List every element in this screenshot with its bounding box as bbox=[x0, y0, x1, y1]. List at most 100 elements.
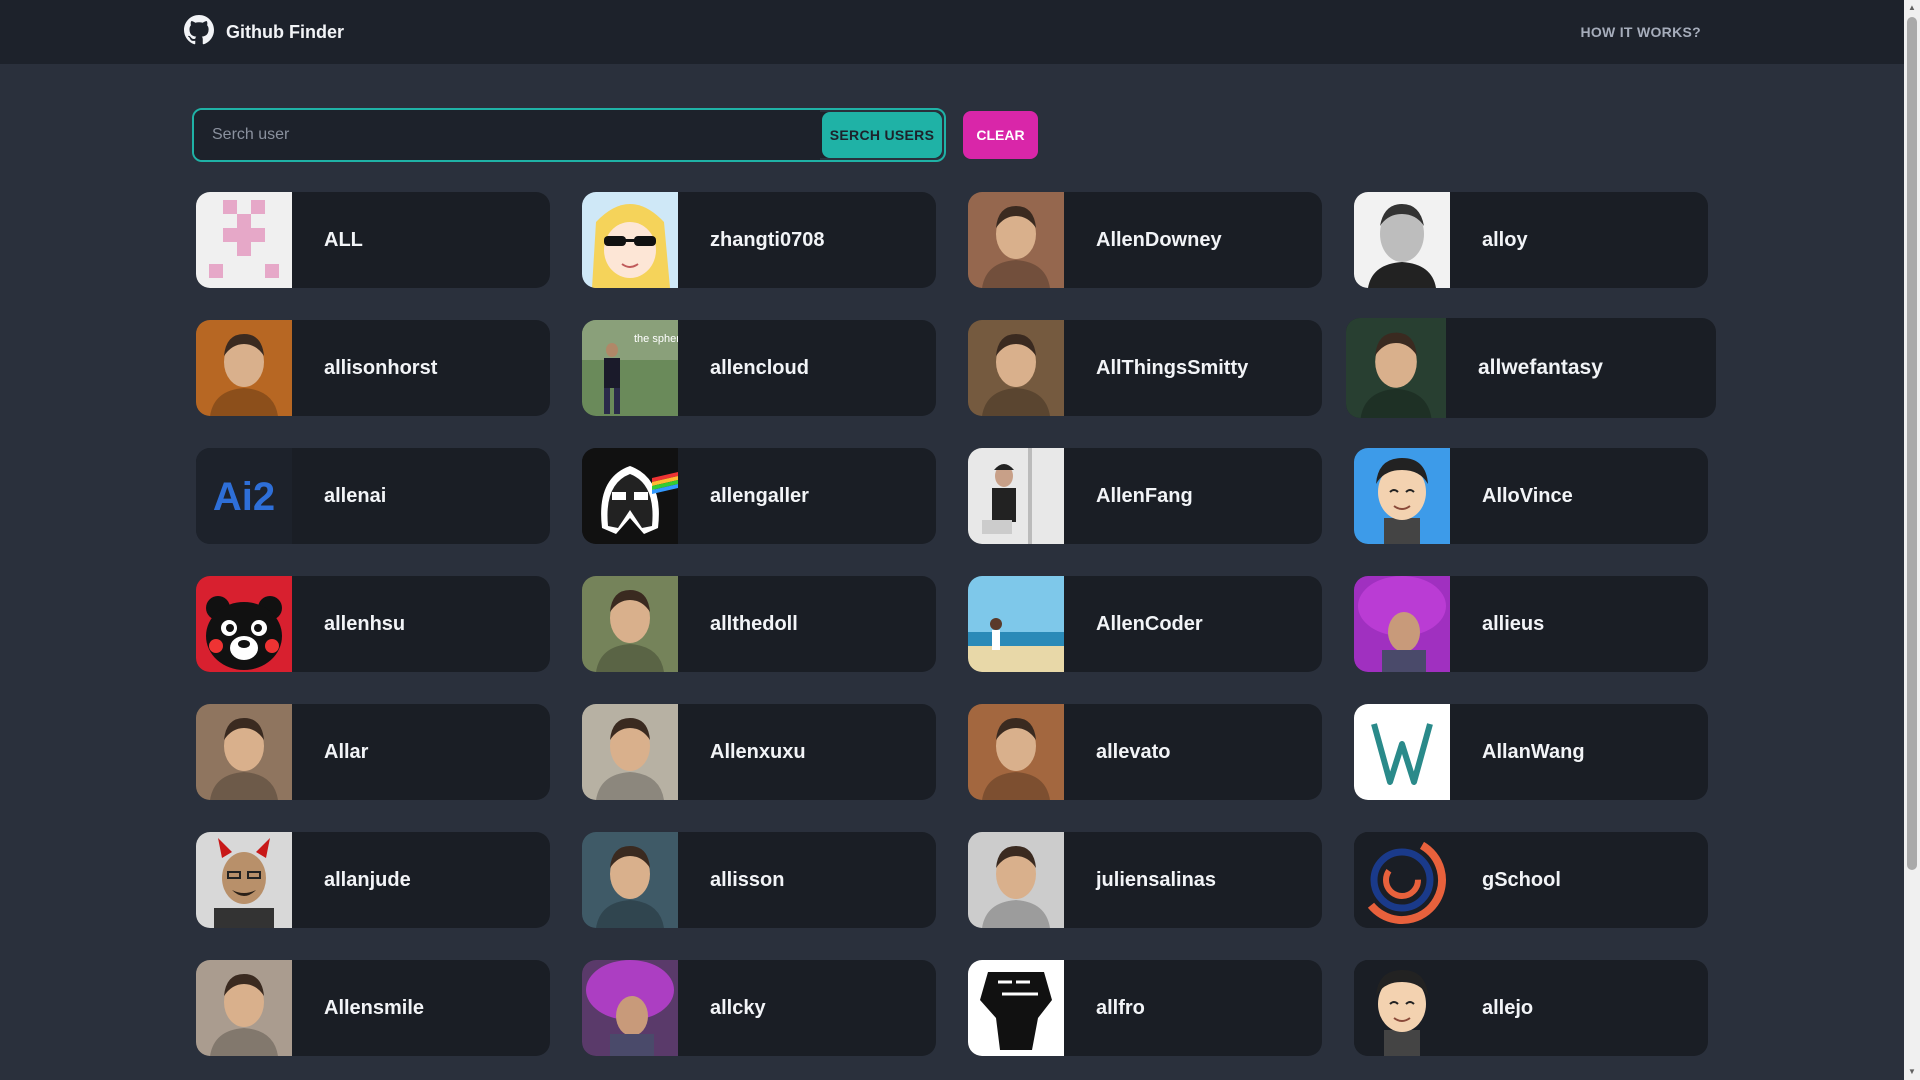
user-login: allengaller bbox=[710, 484, 809, 507]
user-avatar bbox=[196, 704, 292, 800]
user-avatar bbox=[968, 960, 1064, 1056]
user-card[interactable]: allthedoll bbox=[582, 576, 936, 672]
user-card[interactable]: allfro bbox=[968, 960, 1322, 1056]
user-avatar bbox=[1354, 832, 1450, 928]
scroll-up-arrow-icon[interactable]: ▲ bbox=[1904, 0, 1920, 16]
user-login: allenai bbox=[324, 484, 387, 507]
search-users-button[interactable]: SERCH USERS bbox=[822, 112, 942, 158]
user-card[interactable]: allieus bbox=[1354, 576, 1708, 672]
scrollbar-thumb[interactable] bbox=[1907, 17, 1917, 870]
user-card[interactable]: allcky bbox=[582, 960, 936, 1056]
user-avatar bbox=[1354, 960, 1450, 1056]
user-card[interactable]: allwefantasy bbox=[1346, 318, 1716, 418]
user-card[interactable]: Allensmile bbox=[196, 960, 550, 1056]
search-form: SERCH USERS CLEAR bbox=[192, 108, 1038, 162]
user-avatar bbox=[582, 832, 678, 928]
user-avatar bbox=[1354, 448, 1450, 544]
user-login: allieus bbox=[1482, 612, 1545, 635]
user-avatar: the sphere bbox=[582, 320, 678, 416]
user-login: allanjude bbox=[324, 868, 411, 891]
user-avatar bbox=[582, 192, 678, 288]
user-avatar bbox=[196, 576, 292, 672]
user-card[interactable]: allisonhorst bbox=[196, 320, 550, 416]
user-card[interactable]: gSchool bbox=[1354, 832, 1708, 928]
user-login: allthedoll bbox=[710, 612, 798, 635]
user-card[interactable]: AllenCoder bbox=[968, 576, 1322, 672]
user-login: allenhsu bbox=[324, 612, 406, 635]
user-login: allwefantasy bbox=[1478, 356, 1603, 379]
user-card[interactable]: Ai2 allenai bbox=[196, 448, 550, 544]
user-avatar bbox=[1354, 576, 1450, 672]
user-card[interactable]: zhangti0708 bbox=[582, 192, 936, 288]
user-login: juliensalinas bbox=[1096, 868, 1217, 891]
user-login: allfro bbox=[1096, 996, 1145, 1019]
user-card[interactable]: allanjude bbox=[196, 832, 550, 928]
scroll-down-arrow-icon[interactable]: ▼ bbox=[1904, 1064, 1920, 1080]
user-avatar: Ai2 bbox=[196, 448, 292, 544]
user-avatar bbox=[968, 448, 1064, 544]
user-avatar bbox=[582, 960, 678, 1056]
github-icon bbox=[184, 14, 214, 50]
user-login: allisson bbox=[710, 868, 785, 891]
user-avatar bbox=[582, 448, 678, 544]
user-card[interactable]: juliensalinas bbox=[968, 832, 1322, 928]
user-card[interactable]: AlloVince bbox=[1354, 448, 1708, 544]
user-card[interactable]: allenhsu bbox=[196, 576, 550, 672]
how-it-works-link[interactable]: HOW IT WORKS? bbox=[1580, 24, 1701, 40]
user-login: ALL bbox=[324, 228, 363, 251]
user-login: allencloud bbox=[710, 356, 809, 379]
brand-title: Github Finder bbox=[226, 21, 344, 42]
user-card[interactable]: ALL bbox=[196, 192, 550, 288]
user-avatar bbox=[196, 192, 292, 288]
user-login: zhangti0708 bbox=[710, 228, 825, 251]
user-login: Allensmile bbox=[324, 996, 425, 1019]
user-card[interactable]: AllThingsSmitty bbox=[968, 320, 1322, 416]
user-avatar bbox=[196, 320, 292, 416]
user-avatar bbox=[968, 832, 1064, 928]
user-avatar bbox=[1354, 192, 1450, 288]
user-card[interactable]: the sphere allencloud bbox=[582, 320, 936, 416]
user-card[interactable]: allejo bbox=[1354, 960, 1708, 1056]
user-avatar bbox=[582, 576, 678, 672]
brand[interactable]: Github Finder bbox=[184, 14, 344, 50]
svg-text:the sphere: the sphere bbox=[634, 333, 678, 345]
user-login: allejo bbox=[1482, 996, 1534, 1019]
clear-button[interactable]: CLEAR bbox=[963, 111, 1038, 159]
user-card[interactable]: AllenDowney bbox=[968, 192, 1322, 288]
user-card[interactable]: allisson bbox=[582, 832, 936, 928]
user-login: gSchool bbox=[1482, 868, 1561, 891]
user-login: allevato bbox=[1096, 740, 1171, 763]
user-login: AllanWang bbox=[1482, 740, 1585, 763]
search-input[interactable] bbox=[194, 110, 820, 160]
search-group: SERCH USER S bbox=[192, 108, 946, 162]
navbar: Github Finder HOW IT WORKS? bbox=[0, 0, 1904, 64]
user-login: AlloVince bbox=[1482, 484, 1573, 507]
user-card[interactable]: AllanWang bbox=[1354, 704, 1708, 800]
user-login: AllenDowney bbox=[1096, 228, 1222, 251]
user-card[interactable]: alloy bbox=[1354, 192, 1708, 288]
user-login: allisonhorst bbox=[324, 356, 438, 379]
user-login: allcky bbox=[710, 996, 766, 1019]
user-login: Allar bbox=[324, 740, 369, 763]
user-login: AllenFang bbox=[1096, 484, 1193, 507]
user-card[interactable]: allevato bbox=[968, 704, 1322, 800]
user-login: alloy bbox=[1482, 228, 1528, 251]
user-card[interactable]: allengaller bbox=[582, 448, 936, 544]
user-card[interactable]: Allar bbox=[196, 704, 550, 800]
user-avatar bbox=[968, 192, 1064, 288]
user-avatar bbox=[968, 704, 1064, 800]
user-card[interactable]: Allenxuxu bbox=[582, 704, 936, 800]
user-avatar bbox=[1354, 704, 1450, 800]
user-avatar bbox=[196, 832, 292, 928]
scrollbar[interactable]: ▲ ▼ bbox=[1904, 0, 1920, 1080]
user-avatar bbox=[196, 960, 292, 1056]
user-card[interactable]: AllenFang bbox=[968, 448, 1322, 544]
user-login: AllThingsSmitty bbox=[1096, 356, 1249, 379]
user-avatar bbox=[1346, 318, 1446, 418]
user-avatar bbox=[968, 320, 1064, 416]
user-login: Allenxuxu bbox=[710, 740, 806, 763]
user-avatar bbox=[968, 576, 1064, 672]
user-login: AllenCoder bbox=[1096, 612, 1203, 635]
user-avatar bbox=[582, 704, 678, 800]
svg-text:Ai2: Ai2 bbox=[213, 475, 275, 519]
